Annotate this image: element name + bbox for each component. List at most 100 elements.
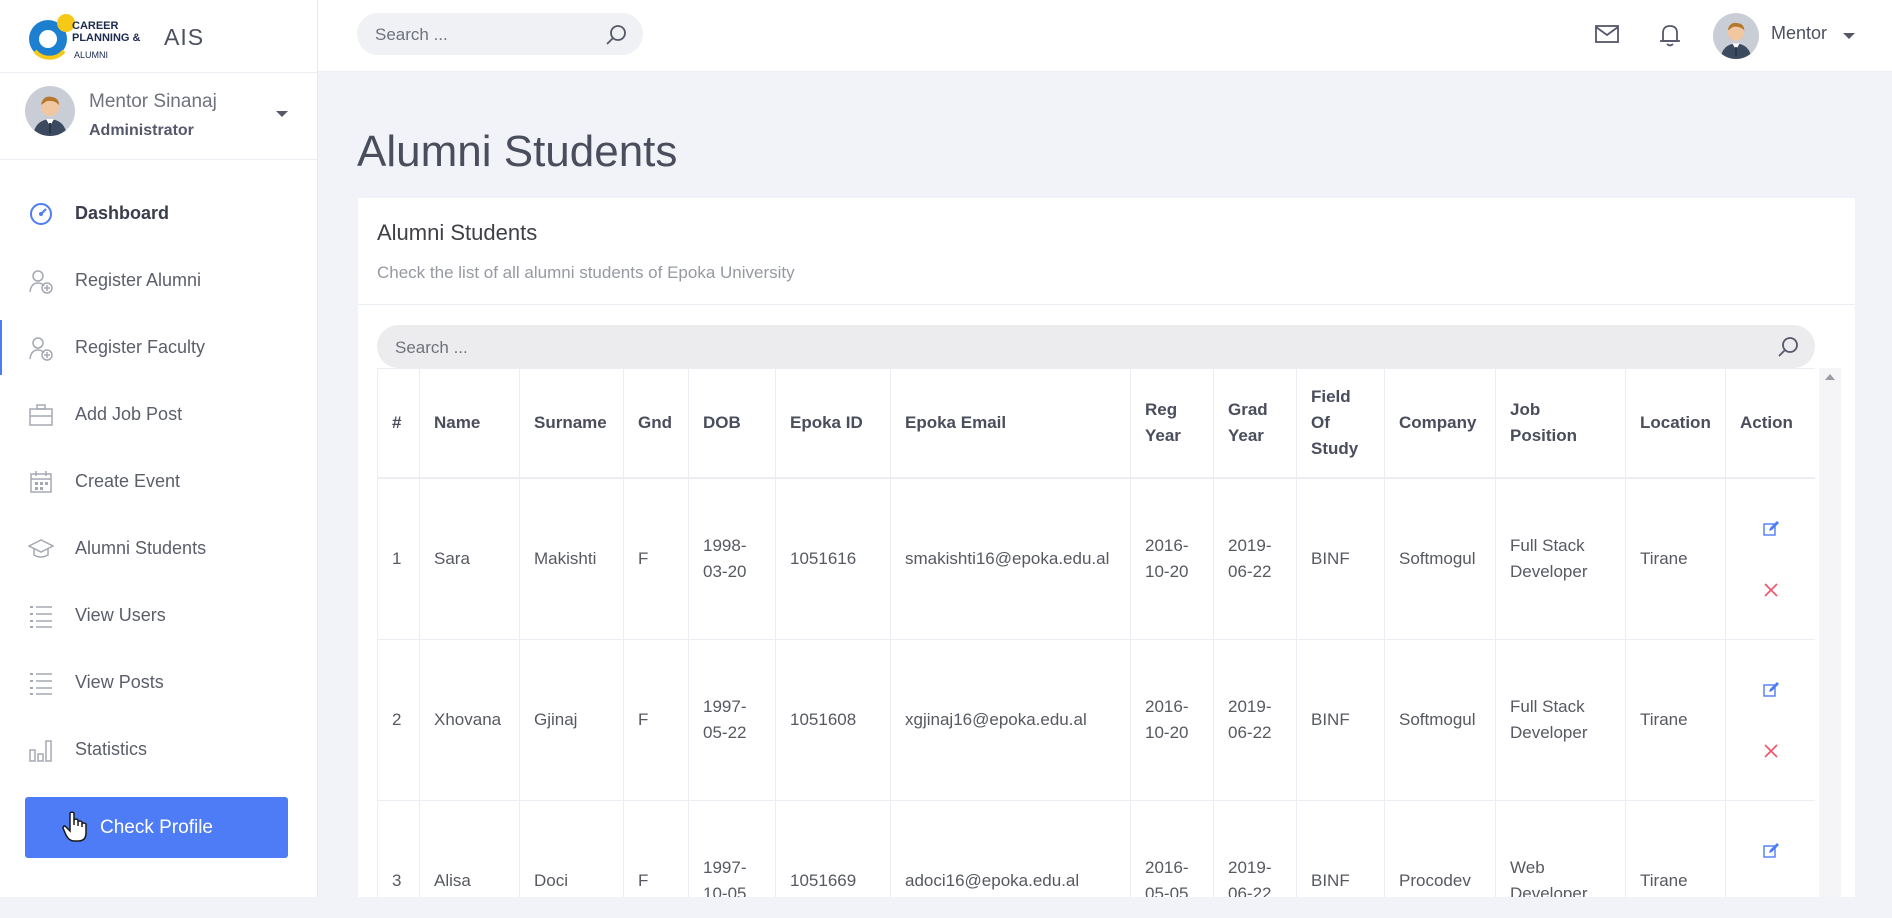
- table-cell: F: [623, 800, 689, 897]
- column-header[interactable]: Job Position: [1495, 368, 1626, 479]
- column-header[interactable]: Location: [1625, 368, 1726, 479]
- action-cell: [1725, 800, 1815, 897]
- table-row: 2 Xhovana Gjinaj F 1997-05-22 1051608 xgjinaj1…: [377, 639, 1815, 801]
- logo-alumni-text: ALUMNI: [74, 50, 109, 60]
- dashboard-gauge-icon: [30, 202, 52, 225]
- sidebar-item-label: Alumni Students: [75, 538, 207, 558]
- edit-icon[interactable]: [1762, 682, 1779, 698]
- sidebar-item-label: Register Faculty: [75, 337, 206, 357]
- sidebar-menu: Dashboard Register Alumni Register Facul…: [0, 180, 317, 783]
- alumni-table: # Name Surname Gnd DOB Epoka ID Epoka Em…: [377, 368, 1815, 897]
- delete-icon[interactable]: [1763, 744, 1778, 758]
- scroll-up-icon[interactable]: [1825, 374, 1835, 380]
- table-cell: BINF: [1296, 477, 1385, 640]
- table-search[interactable]: [377, 325, 1815, 370]
- table-scrollbar[interactable]: [1819, 368, 1841, 897]
- action-cell: [1725, 477, 1815, 640]
- check-profile-button[interactable]: Check Profile: [25, 797, 288, 858]
- table-cell: F: [623, 477, 689, 640]
- column-header[interactable]: #: [377, 368, 420, 479]
- chevron-down-icon[interactable]: [1843, 33, 1855, 39]
- delete-icon[interactable]: [1763, 583, 1778, 597]
- column-header[interactable]: Surname: [519, 368, 624, 479]
- table-cell: 1997-05-22: [688, 639, 776, 801]
- table-cell: BINF: [1296, 800, 1385, 897]
- bar-chart-icon: [29, 739, 52, 762]
- table-header-row: # Name Surname Gnd DOB Epoka ID Epoka Em…: [377, 368, 1815, 479]
- page-title: Alumni Students: [357, 127, 678, 176]
- table-cell: 3: [377, 800, 420, 897]
- table-cell: 2019-06-22: [1213, 800, 1297, 897]
- sidebar-user[interactable]: Mentor Sinanaj Administrator: [0, 73, 317, 160]
- column-header[interactable]: Name: [419, 368, 520, 479]
- sidebar-user-role: Administrator: [89, 122, 194, 139]
- column-header[interactable]: Epoka Email: [890, 368, 1131, 479]
- column-header[interactable]: Reg Year: [1130, 368, 1214, 479]
- card-subtitle: Check the list of all alumni students of…: [377, 263, 795, 282]
- sidebar-item-statistics[interactable]: Statistics: [0, 716, 317, 783]
- table-cell: Alisa: [419, 800, 520, 897]
- table-cell: 1051608: [775, 639, 891, 801]
- column-header[interactable]: Epoka ID: [775, 368, 891, 479]
- column-header[interactable]: Field Of Study: [1296, 368, 1385, 479]
- topbar-user-name[interactable]: Mentor: [1771, 23, 1827, 44]
- top-search[interactable]: [357, 13, 643, 57]
- table-cell: Doci: [519, 800, 624, 897]
- sidebar-item-create-event[interactable]: Create Event: [0, 448, 317, 515]
- table-row: 1 Sara Makishti F 1998-03-20 1051616 smakishti…: [377, 477, 1815, 640]
- sidebar-user-name: Mentor Sinanaj: [89, 91, 217, 112]
- mail-icon[interactable]: [1595, 24, 1619, 44]
- column-header[interactable]: Grad Year: [1213, 368, 1297, 479]
- calendar-icon: [30, 470, 52, 493]
- edit-icon[interactable]: [1762, 843, 1779, 859]
- topbar: Mentor: [318, 0, 1892, 72]
- table-cell: Full Stack Developer: [1495, 639, 1626, 801]
- sidebar-item-register-alumni[interactable]: Register Alumni: [0, 247, 317, 314]
- search-input[interactable]: [373, 13, 606, 57]
- brand: CAREER PLANNING & ALUMNI AIS: [0, 0, 317, 73]
- table-cell: Makishti: [519, 477, 624, 640]
- table-cell: F: [623, 639, 689, 801]
- column-header[interactable]: Company: [1384, 368, 1496, 479]
- table-cell: 1051669: [775, 800, 891, 897]
- table-cell: Gjinaj: [519, 639, 624, 801]
- chevron-down-icon[interactable]: [276, 111, 288, 117]
- sidebar-item-label: View Users: [75, 605, 166, 625]
- check-profile-label: Check Profile: [100, 816, 213, 838]
- add-user-icon: [29, 336, 53, 361]
- sidebar-item-add-job-post[interactable]: Add Job Post: [0, 381, 317, 448]
- column-header[interactable]: DOB: [688, 368, 776, 479]
- table-search-input[interactable]: [393, 325, 1548, 370]
- table-cell: 1998-03-20: [688, 477, 776, 640]
- sidebar-item-view-users[interactable]: View Users: [0, 582, 317, 649]
- column-header[interactable]: Gnd: [623, 368, 689, 479]
- sidebar-item-view-posts[interactable]: View Posts: [0, 649, 317, 716]
- sidebar-item-label: Register Alumni: [75, 270, 202, 290]
- card-title: Alumni Students: [377, 220, 538, 245]
- table-cell: 1: [377, 477, 420, 640]
- table-body: 1 Sara Makishti F 1998-03-20 1051616 smakishti…: [377, 477, 1815, 897]
- edit-icon[interactable]: [1762, 521, 1779, 537]
- sidebar-item-label: Create Event: [75, 471, 181, 491]
- add-user-icon: [29, 269, 53, 294]
- search-icon[interactable]: [605, 24, 627, 46]
- sidebar-item-label: Statistics: [75, 739, 148, 759]
- table-cell: Softmogul: [1384, 477, 1496, 640]
- search-icon[interactable]: [1777, 336, 1799, 358]
- bell-icon[interactable]: [1659, 23, 1681, 47]
- table-cell: Sara: [419, 477, 520, 640]
- sidebar-item-dashboard[interactable]: Dashboard: [0, 180, 317, 247]
- list-icon: [30, 605, 52, 628]
- sidebar-item-label: Add Job Post: [75, 404, 183, 424]
- briefcase-icon: [29, 403, 53, 426]
- sidebar: CAREER PLANNING & ALUMNI AIS Mentor Sina…: [0, 0, 318, 897]
- sidebar-item-register-faculty[interactable]: Register Faculty: [0, 314, 317, 381]
- table-cell: smakishti16@epoka.edu.al: [890, 477, 1131, 640]
- table-cell: 2019-06-22: [1213, 477, 1297, 640]
- sidebar-item-alumni-students[interactable]: Alumni Students: [0, 515, 317, 582]
- sidebar-item-label: View Posts: [75, 672, 164, 692]
- action-cell: [1725, 639, 1815, 801]
- user-avatar[interactable]: [1713, 13, 1759, 59]
- table-cell: 2016-10-20: [1130, 477, 1214, 640]
- table-cell: Tirane: [1625, 477, 1726, 640]
